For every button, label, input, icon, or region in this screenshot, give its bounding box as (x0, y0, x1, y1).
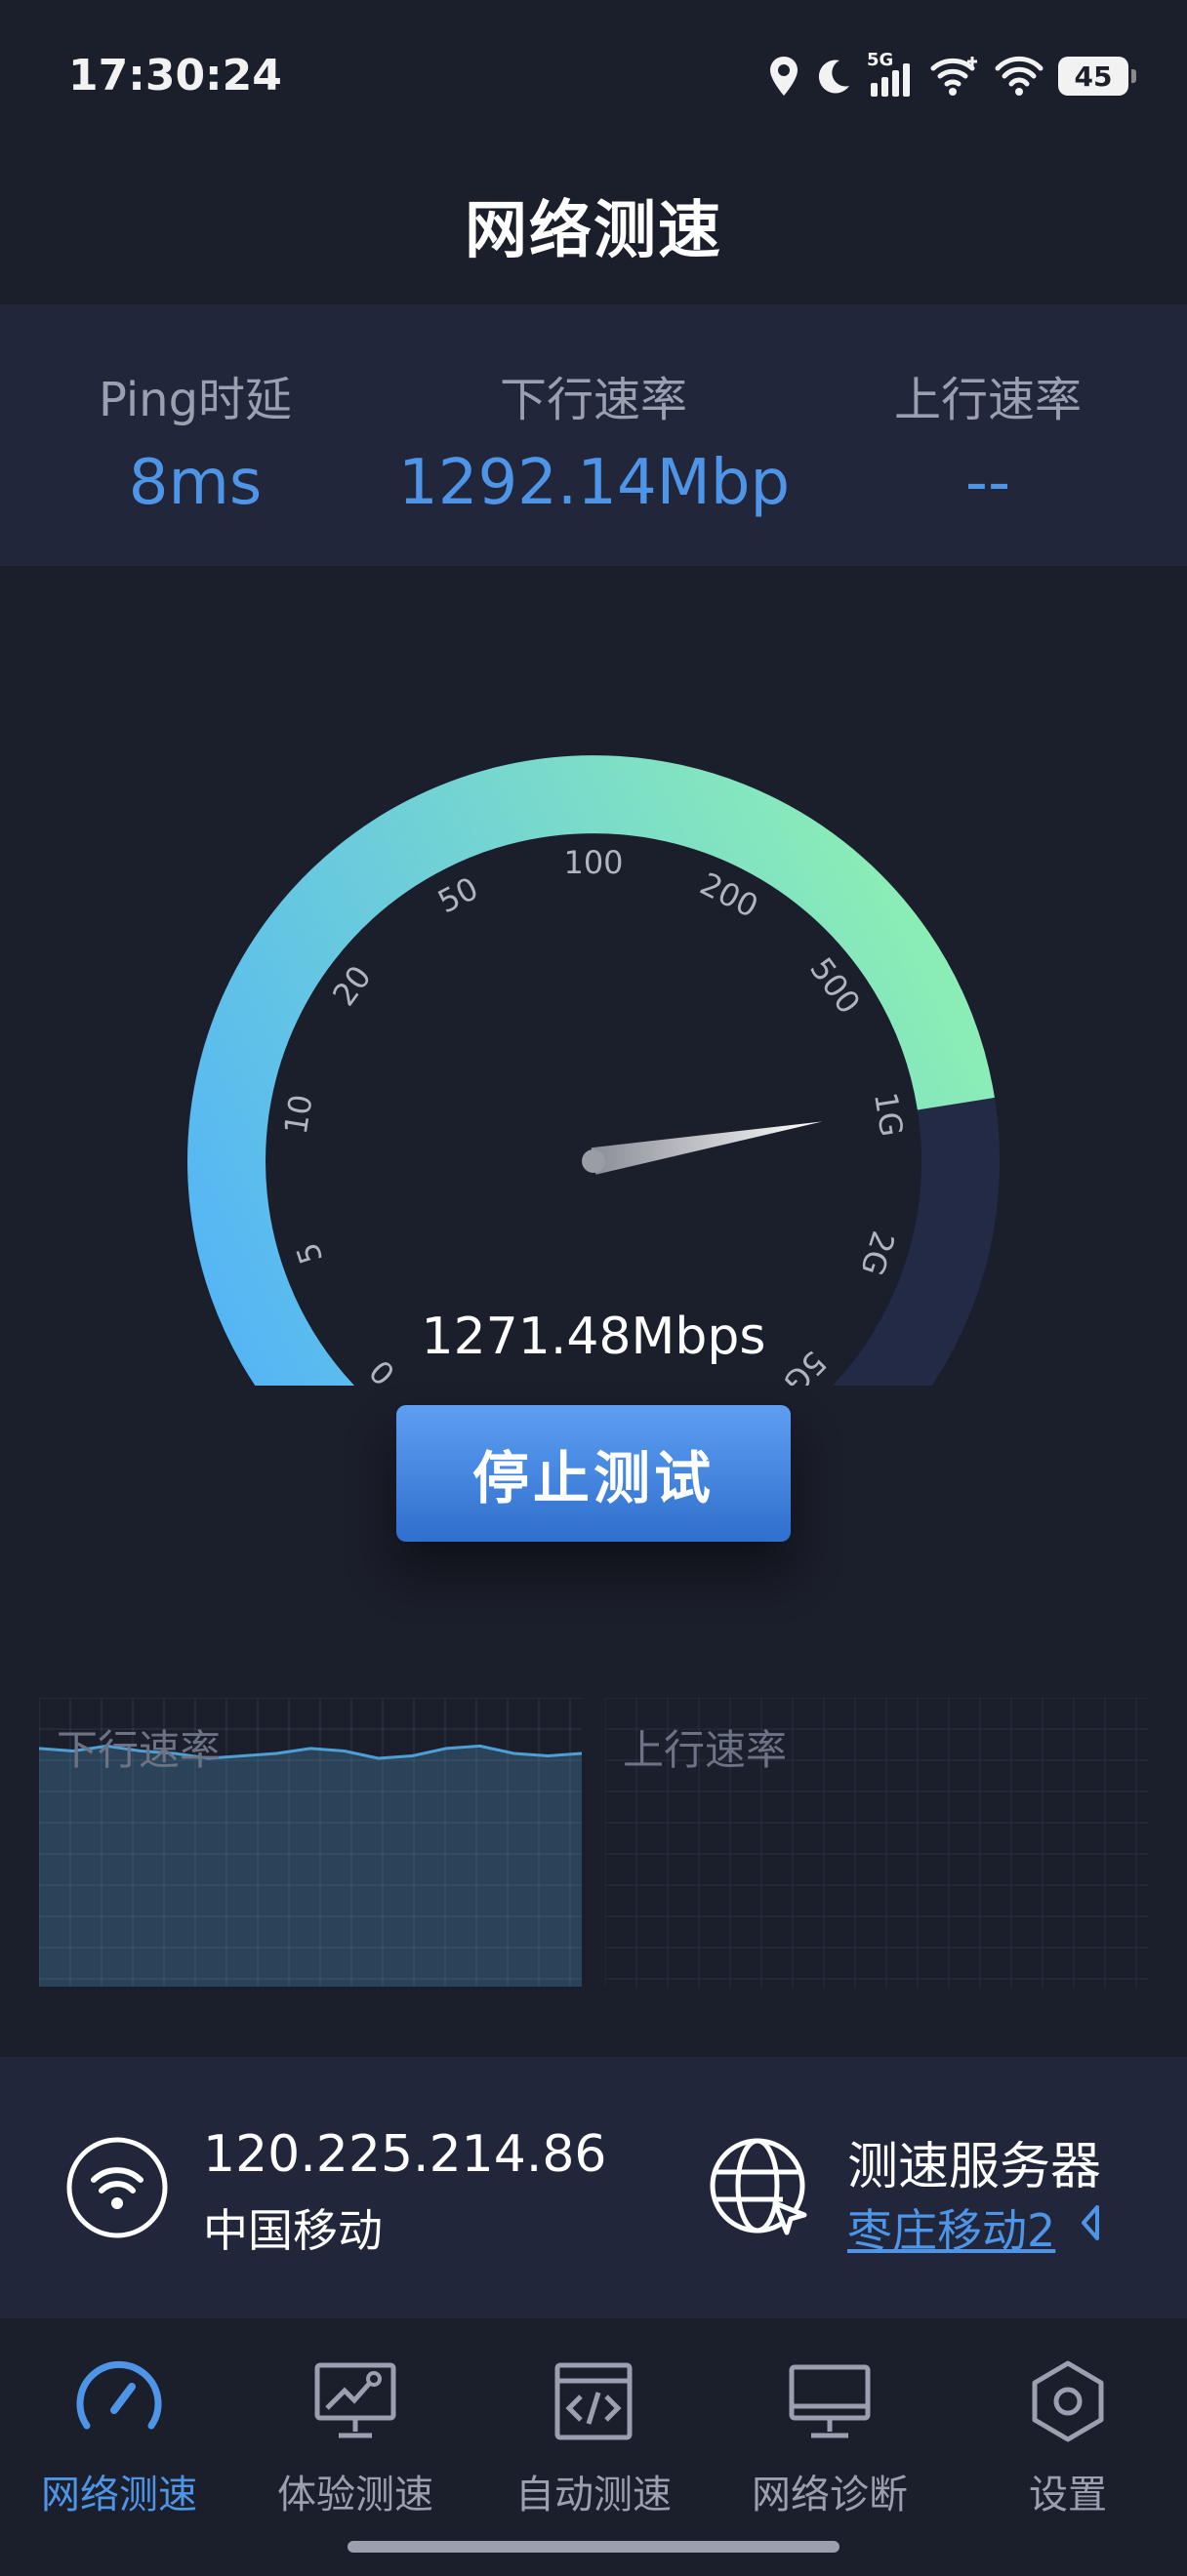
stat-upload-label: 上行速率 (893, 373, 1082, 427)
gauge-needle (591, 1121, 823, 1175)
stat-download-label: 下行速率 (499, 373, 687, 427)
code-window-icon (550, 2357, 637, 2445)
gauge-tick-label: 100 (563, 844, 623, 881)
gauge-hub (582, 1149, 605, 1173)
nav-label: 自动测速 (515, 2473, 672, 2517)
connection-info-panel: 120.225.214.86 中国移动 测速服务器 枣庄移动2 (0, 2057, 1187, 2318)
nav-item-diagnosis[interactable]: 网络诊断 (722, 2338, 937, 2533)
download-area (39, 1746, 582, 1987)
moon-icon (814, 57, 853, 96)
wifi-circle-icon (64, 2135, 170, 2244)
status-time: 17:30:24 (68, 51, 282, 101)
stat-download: 下行速率 1292.14Mbp (398, 361, 791, 519)
location-icon (767, 55, 800, 98)
download-chart: 下行速率 (38, 1697, 583, 1987)
nav-label: 网络测速 (41, 2473, 197, 2517)
gauge-tick-label: 50 (431, 869, 484, 920)
stat-ping-label: Ping时延 (98, 373, 293, 427)
5g-signal-icon: 5G (867, 50, 916, 99)
bottom-nav: 网络测速 体验测速 自动测速 网络诊断 设置 (0, 2318, 1187, 2576)
page-title: 网络测速 (465, 195, 722, 267)
ip-address: 120.225.214.86 (203, 2125, 607, 2184)
nav-item-speedtest[interactable]: 网络测速 (12, 2338, 226, 2533)
nav-label: 体验测速 (277, 2473, 433, 2517)
download-chart-label: 下行速率 (57, 1726, 222, 1774)
nav-item-settings[interactable]: 设置 (961, 2338, 1175, 2533)
home-indicator[interactable] (348, 2541, 839, 2553)
stats-panel: Ping时延 8ms 下行速率 1292.14Mbp 上行速率 -- (0, 304, 1187, 566)
stat-ping-value: 8ms (128, 447, 263, 519)
stat-upload: 上行速率 -- (793, 361, 1183, 519)
gauge-tick-label: 2G (853, 1227, 902, 1280)
server-name-link[interactable]: 枣庄移动2 (847, 2195, 1055, 2260)
upload-chart-label: 上行速率 (623, 1726, 788, 1774)
chevron-left-icon[interactable] (1080, 2203, 1101, 2246)
gauge-tick-label: 20 (325, 958, 379, 1012)
gauge-readout: 1271.48Mbps (421, 1308, 766, 1366)
gauge-ticks: 051020501002005001G2G5G (277, 844, 911, 1401)
stat-download-value: 1292.14Mbp (398, 447, 791, 519)
gauge-progress-arc (187, 755, 995, 1449)
status-bar: 17:30:24 5G 45 (0, 0, 1187, 156)
status-icons: 5G 45 (767, 50, 1136, 101)
globe-cursor-icon (707, 2135, 814, 2246)
gauge-tick-label: 1G (867, 1090, 911, 1140)
nav-label: 网络诊断 (752, 2473, 908, 2517)
nav-label: 设置 (1029, 2473, 1107, 2517)
monitor-chart-icon (311, 2357, 399, 2445)
stat-upload-value: -- (964, 447, 1011, 519)
battery-tip (1131, 69, 1136, 83)
desktop-icon (786, 2357, 874, 2445)
wifi-icon (994, 55, 1044, 98)
settings-hex-icon (1024, 2357, 1112, 2445)
gauge-tick-label: 5 (289, 1238, 330, 1268)
speed-gauge: 0 5 10 20 50 100 200 500 1G 2G 5G (0, 683, 1187, 1449)
stat-ping: Ping时延 8ms (0, 361, 390, 519)
stop-test-button[interactable]: 停止测试 (396, 1405, 791, 1542)
isp-name: 中国移动 (203, 2204, 383, 2257)
nav-item-experience[interactable]: 体验测速 (248, 2338, 463, 2533)
gauge-tick-label: 10 (277, 1092, 320, 1137)
wifi-plus-icon (929, 55, 980, 98)
upload-chart: 上行速率 (604, 1697, 1148, 1987)
server-title: 测速服务器 (847, 2138, 1102, 2196)
nav-item-auto-test[interactable]: 自动测速 (486, 2338, 701, 2533)
battery-icon: 45 (1058, 57, 1136, 96)
gauge-svg: 051020501002005001G2G5G (187, 755, 1000, 1449)
speedometer-icon (75, 2357, 163, 2445)
